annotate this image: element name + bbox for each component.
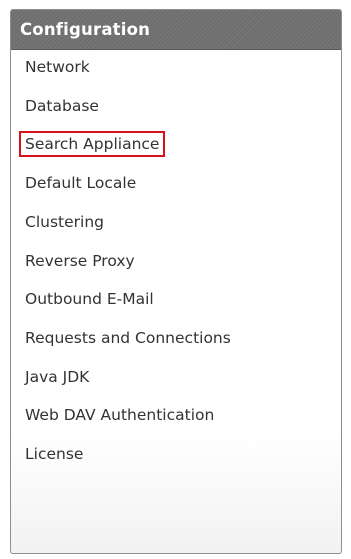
nav-item-web-dav-authentication[interactable]: Web DAV Authentication [19,402,220,428]
panel-title: Configuration [11,10,341,50]
nav-item-clustering[interactable]: Clustering [19,209,110,235]
nav-item-license[interactable]: License [19,441,89,467]
nav-item-default-locale[interactable]: Default Locale [19,170,142,196]
configuration-panel: Configuration Network Database Search Appl… [10,9,342,554]
nav-item-java-jdk[interactable]: Java JDK [19,364,95,390]
nav-item-network[interactable]: Network [19,54,96,80]
nav-item-requests-and-connections[interactable]: Requests and Connections [19,325,237,351]
nav-item-outbound-email[interactable]: Outbound E-Mail [19,286,160,312]
nav-item-reverse-proxy[interactable]: Reverse Proxy [19,248,141,274]
nav-item-search-appliance[interactable]: Search Appliance [19,131,166,157]
nav-item-database[interactable]: Database [19,93,105,119]
